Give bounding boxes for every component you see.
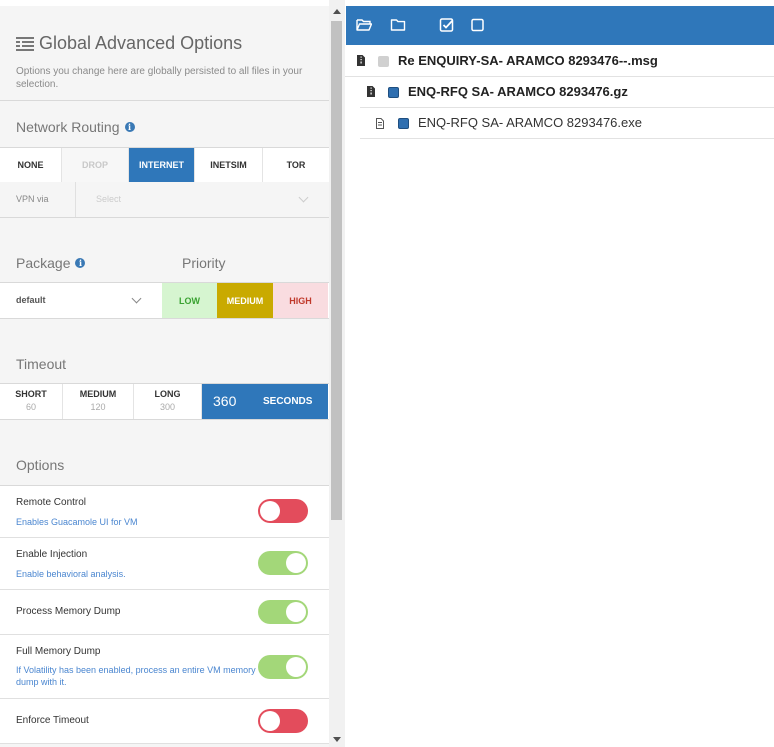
info-icon[interactable]: i	[124, 122, 135, 132]
file-checkbox[interactable]	[398, 118, 409, 129]
options-header: Global Advanced Options	[16, 33, 242, 54]
remote-control-toggle[interactable]	[258, 499, 308, 523]
tree-row[interactable]: Re ENQUIRY-SA- ARAMCO 8293476--.msg	[345, 46, 774, 77]
routing-button-group: NONE DROP INTERNET INETSIM TOR	[0, 148, 329, 182]
file-tree-toolbar	[346, 6, 774, 45]
option-remote-control: Remote Control Enables Guacamole UI for …	[0, 486, 329, 538]
panel-title: Global Advanced Options	[39, 33, 243, 53]
list-icon	[16, 36, 34, 51]
folder-icon[interactable]	[390, 17, 406, 33]
timeout-custom-unit: SECONDS	[263, 396, 313, 407]
chevron-down-icon	[298, 192, 309, 203]
priority-medium-button[interactable]: MEDIUM	[217, 283, 273, 318]
timeout-short-label: SHORT	[15, 389, 47, 399]
tree-row[interactable]: ENQ-RFQ SA- ARAMCO 8293476.exe	[360, 108, 774, 139]
priority-low-button[interactable]: LOW	[162, 283, 217, 318]
info-icon[interactable]: i	[75, 258, 86, 268]
package-text: Package	[16, 255, 71, 271]
divider	[0, 217, 329, 218]
route-inetsim-button[interactable]: INETSIM	[195, 148, 263, 182]
network-routing-label: Network Routing i	[16, 119, 135, 135]
package-select[interactable]: default	[0, 283, 162, 318]
route-tor-button[interactable]: TOR	[263, 148, 329, 182]
network-routing-text: Network Routing	[16, 119, 120, 135]
timeout-short-button[interactable]: SHORT 60	[0, 384, 63, 419]
package-label: Package i	[16, 255, 86, 271]
file-checkbox[interactable]	[378, 56, 389, 67]
option-name: Remote Control	[16, 497, 87, 508]
file-tree-panel: Re ENQUIRY-SA- ARAMCO 8293476--.msg ENQ-…	[345, 0, 774, 747]
timeout-medium-value: 120	[90, 402, 106, 412]
scrollbar[interactable]	[329, 0, 345, 747]
chevron-down-icon	[131, 293, 142, 304]
file-archive-icon	[367, 86, 375, 97]
vpn-select-placeholder: Select	[96, 194, 122, 204]
option-name: Enable Injection	[16, 549, 88, 560]
option-desc: Enables Guacamole UI for VM	[16, 517, 138, 527]
divider	[0, 318, 329, 319]
file-name[interactable]: Re ENQUIRY-SA- ARAMCO 8293476--.msg	[398, 53, 658, 68]
timeout-custom-value[interactable]: 360	[213, 393, 236, 409]
vpn-select[interactable]: Select	[75, 182, 329, 217]
toggle-knob	[286, 657, 306, 677]
option-enforce-timeout: Enforce Timeout	[0, 699, 329, 744]
option-enable-injection: Enable Injection Enable behavioral analy…	[0, 538, 329, 590]
panel-subtitle: Options you change here are globally per…	[16, 66, 303, 90]
route-internet-button[interactable]: INTERNET	[129, 148, 195, 182]
timeout-long-button[interactable]: LONG 300	[134, 384, 202, 419]
folder-open-icon[interactable]	[356, 17, 372, 33]
scrollbar-thumb[interactable]	[331, 21, 342, 520]
file-archive-icon	[357, 55, 365, 66]
options-panel: Global Advanced Options Options you chan…	[0, 0, 329, 747]
route-drop-button[interactable]: DROP	[62, 148, 129, 182]
file-checkbox[interactable]	[388, 87, 399, 98]
package-priority-row: default LOW MEDIUM HIGH	[0, 283, 329, 318]
timeout-long-value: 300	[159, 402, 176, 412]
option-full-memory-dump: Full Memory Dump If Volatility has been …	[0, 635, 329, 699]
enforce-timeout-toggle[interactable]	[258, 709, 308, 733]
timeout-custom-input[interactable]: 360 SECONDS	[202, 384, 328, 419]
option-process-memory-dump: Process Memory Dump	[0, 590, 329, 635]
timeout-medium-label: MEDIUM	[79, 389, 117, 399]
scroll-down-arrow-icon[interactable]	[333, 737, 341, 742]
options-label: Options	[16, 457, 65, 473]
scroll-up-arrow-icon[interactable]	[333, 9, 341, 14]
option-desc: If Volatility has been enabled, process …	[16, 665, 256, 687]
timeout-medium-button[interactable]: MEDIUM 120	[63, 384, 134, 419]
enable-injection-toggle[interactable]	[258, 551, 308, 575]
toggle-knob	[286, 602, 306, 622]
vpn-row: VPN via Select	[0, 182, 329, 217]
toggle-knob	[260, 501, 280, 521]
timeout-button-group: SHORT 60 MEDIUM 120 LONG 300 360 SECONDS	[0, 384, 329, 419]
timeout-long-label: LONG	[154, 389, 181, 399]
option-name: Full Memory Dump	[16, 646, 101, 657]
timeout-label: Timeout	[16, 356, 67, 372]
process-memory-dump-toggle[interactable]	[258, 600, 308, 624]
option-name: Process Memory Dump	[16, 606, 121, 617]
option-desc: Enable behavioral analysis.	[16, 569, 126, 579]
vpn-label: VPN via	[16, 194, 49, 204]
priority-label: Priority	[182, 255, 226, 271]
route-none-button[interactable]: NONE	[0, 148, 62, 182]
priority-high-button[interactable]: HIGH	[273, 283, 328, 318]
toggle-knob	[260, 711, 280, 731]
file-icon	[376, 118, 384, 129]
full-memory-dump-toggle[interactable]	[258, 655, 308, 679]
check-square-icon[interactable]	[439, 17, 455, 33]
panel-title-row: Global Advanced Options	[16, 33, 242, 54]
toggle-knob	[286, 553, 306, 573]
file-name[interactable]: ENQ-RFQ SA- ARAMCO 8293476.gz	[408, 84, 628, 99]
package-value: default	[16, 295, 46, 305]
divider	[0, 100, 329, 101]
divider	[0, 419, 329, 420]
square-icon[interactable]	[470, 17, 486, 33]
timeout-short-value: 60	[25, 402, 36, 412]
panel-top-strip	[0, 0, 329, 6]
file-name[interactable]: ENQ-RFQ SA- ARAMCO 8293476.exe	[418, 115, 642, 130]
tree-row[interactable]: ENQ-RFQ SA- ARAMCO 8293476.gz	[360, 77, 774, 108]
option-name: Enforce Timeout	[16, 715, 89, 726]
